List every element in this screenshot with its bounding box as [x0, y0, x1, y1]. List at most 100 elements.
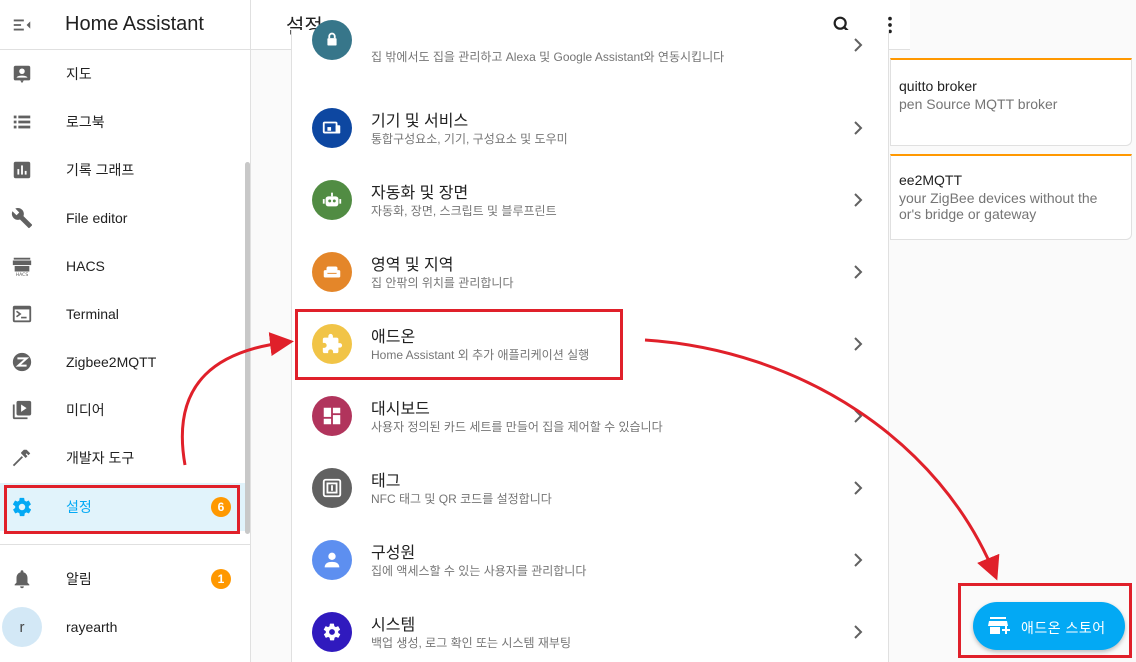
sidebar-item-media[interactable]: 미디어	[0, 386, 245, 434]
addon-card-description: your ZigBee devices without the	[899, 190, 1098, 206]
sidebar-item-settings[interactable]: 설정 6	[0, 483, 245, 531]
sidebar-item-history[interactable]: 기록 그래프	[0, 146, 245, 194]
chevron-right-icon	[854, 265, 863, 279]
sidebar-item-terminal[interactable]: Terminal	[0, 290, 245, 338]
console-icon	[10, 302, 34, 326]
chevron-right-icon	[854, 337, 863, 351]
sofa-icon	[312, 252, 352, 292]
settings-row-dashboards[interactable]: 대시보드 사용자 정의된 카드 세트를 만들어 집을 제어할 수 있습니다	[292, 380, 888, 452]
cog-icon	[10, 495, 34, 519]
nfc-icon	[312, 468, 352, 508]
format-list-icon	[10, 110, 34, 134]
user-name: rayearth	[66, 619, 118, 635]
menu-open-icon	[13, 19, 31, 30]
devices-icon	[312, 108, 352, 148]
sidebar-item-label: File editor	[66, 210, 128, 226]
settings-badge: 6	[211, 497, 231, 517]
addon-card-description: or's bridge or gateway	[899, 206, 1037, 222]
settings-row-devices[interactable]: 기기 및 서비스 통합구성요소, 기기, 구성요소 및 도우미	[292, 92, 888, 164]
account-icon	[312, 540, 352, 580]
hammer-icon	[10, 446, 34, 470]
settings-row-title: 태그	[371, 473, 401, 490]
cloud-lock-icon	[312, 20, 352, 60]
puzzle-icon	[312, 324, 352, 364]
settings-row-addons[interactable]: 애드온 Home Assistant 외 추가 애플리케이션 실행	[292, 308, 888, 380]
sidebar-item-notifications[interactable]: 알림 1	[0, 555, 245, 603]
store-plus-icon	[988, 617, 1010, 634]
settings-row-subtitle: 백업 생성, 로그 확인 또는 시스템 재부팅	[371, 636, 571, 650]
sidebar-item-developer-tools[interactable]: 개발자 도구	[0, 434, 245, 482]
settings-row-title: 대시보드	[371, 401, 430, 418]
play-box-icon	[10, 398, 34, 422]
settings-row-subtitle: NFC 태그 및 QR 코드를 설정합니다	[371, 492, 552, 506]
avatar: r	[2, 607, 42, 647]
chevron-right-icon	[854, 193, 863, 207]
settings-row-title: 시스템	[371, 617, 416, 634]
chevron-right-icon	[854, 625, 863, 639]
notifications-badge: 1	[211, 569, 231, 589]
map-account-icon	[10, 62, 34, 86]
settings-row-automation[interactable]: 자동화 및 장면 자동화, 장면, 스크립트 및 블루프린트	[292, 164, 888, 236]
app-title: Home Assistant	[65, 13, 204, 35]
wrench-icon	[10, 206, 34, 230]
settings-row-system[interactable]: 시스템 백업 생성, 로그 확인 또는 시스템 재부팅	[292, 596, 888, 662]
sidebar-item-label: 개발자 도구	[66, 450, 135, 466]
sidebar-item-label: 미디어	[66, 402, 105, 418]
robot-icon	[312, 180, 352, 220]
addon-card-title: quitto broker	[899, 78, 977, 94]
chevron-right-icon	[854, 553, 863, 567]
settings-row-title: 자동화 및 장면	[371, 185, 469, 202]
chevron-right-icon	[854, 38, 863, 52]
sidebar-item-label: 로그북	[66, 114, 105, 130]
sidebar: Home Assistant 지도 로그북 기록 그래프 File editor…	[0, 0, 251, 662]
addon-store-label: 애드온 스토어	[1021, 620, 1106, 636]
sidebar-divider	[0, 544, 251, 545]
chart-box-icon	[10, 158, 34, 182]
sidebar-item-file-editor[interactable]: File editor	[0, 194, 245, 242]
addon-card-zigbee2mqtt[interactable]: ee2MQTT your ZigBee devices without the …	[890, 154, 1132, 240]
settings-row-subtitle: 통합구성요소, 기기, 구성요소 및 도우미	[371, 132, 568, 146]
addon-store-button[interactable]: 애드온 스토어	[973, 602, 1125, 650]
sidebar-item-map[interactable]: 지도	[0, 50, 245, 98]
settings-row-subtitle: Home Assistant 외 추가 애플리케이션 실행	[371, 348, 590, 362]
svg-text:HACS: HACS	[16, 272, 29, 277]
settings-row-subtitle: 집에 액세스할 수 있는 사용자를 관리합니다	[371, 564, 587, 578]
settings-row-subtitle: 집 안팎의 위치를 관리합니다	[371, 276, 514, 290]
menu-collapse-button[interactable]	[0, 0, 44, 50]
chevron-right-icon	[854, 481, 863, 495]
settings-row-subtitle: 자동화, 장면, 스크립트 및 블루프린트	[371, 204, 557, 218]
settings-row-title: 애드온	[371, 329, 416, 346]
settings-row-tags[interactable]: 태그 NFC 태그 및 QR 코드를 설정합니다	[292, 452, 888, 524]
settings-row-title: 기기 및 서비스	[371, 113, 469, 130]
settings-row-cloud[interactable]: 집 밖에서도 집을 관리하고 Alexa 및 Google Assistant와…	[292, 20, 888, 92]
sidebar-item-label: 지도	[66, 66, 92, 82]
settings-row-title: 영역 및 지역	[371, 257, 454, 274]
addon-card-mosquitto[interactable]: quitto broker pen Source MQTT broker	[890, 58, 1132, 146]
settings-list: 집 밖에서도 집을 관리하고 Alexa 및 Google Assistant와…	[291, 20, 889, 662]
settings-row-title: 구성원	[371, 545, 416, 562]
bell-icon	[10, 567, 34, 591]
settings-row-areas[interactable]: 영역 및 지역 집 안팎의 위치를 관리합니다	[292, 236, 888, 308]
sidebar-item-hacs[interactable]: HACS HACS	[0, 242, 245, 290]
sidebar-item-zigbee2mqtt[interactable]: Zigbee2MQTT	[0, 338, 245, 386]
sidebar-item-label: Terminal	[66, 306, 119, 322]
sidebar-item-logbook[interactable]: 로그북	[0, 98, 245, 146]
sidebar-item-user[interactable]: r rayearth	[0, 603, 245, 651]
settings-row-subtitle: 사용자 정의된 카드 세트를 만들어 집을 제어할 수 있습니다	[371, 420, 663, 434]
sidebar-item-label: 설정	[66, 499, 92, 515]
sidebar-item-label: 알림	[66, 571, 92, 587]
view-dashboard-icon	[312, 396, 352, 436]
addon-card-description: pen Source MQTT broker	[899, 96, 1058, 112]
hacs-store-icon: HACS	[10, 254, 34, 278]
settings-row-people[interactable]: 구성원 집에 액세스할 수 있는 사용자를 관리합니다	[292, 524, 888, 596]
cog-icon	[312, 612, 352, 652]
addon-store-panel: quitto broker pen Source MQTT broker ee2…	[890, 50, 1136, 662]
sidebar-header: Home Assistant	[0, 0, 250, 50]
chevron-right-icon	[854, 409, 863, 423]
zigbee-icon	[10, 350, 34, 374]
sidebar-item-label: 기록 그래프	[66, 162, 135, 178]
sidebar-item-label: HACS	[66, 258, 105, 274]
addon-card-title: ee2MQTT	[899, 172, 963, 188]
sidebar-scrollbar[interactable]	[245, 162, 250, 534]
chevron-right-icon	[854, 121, 863, 135]
